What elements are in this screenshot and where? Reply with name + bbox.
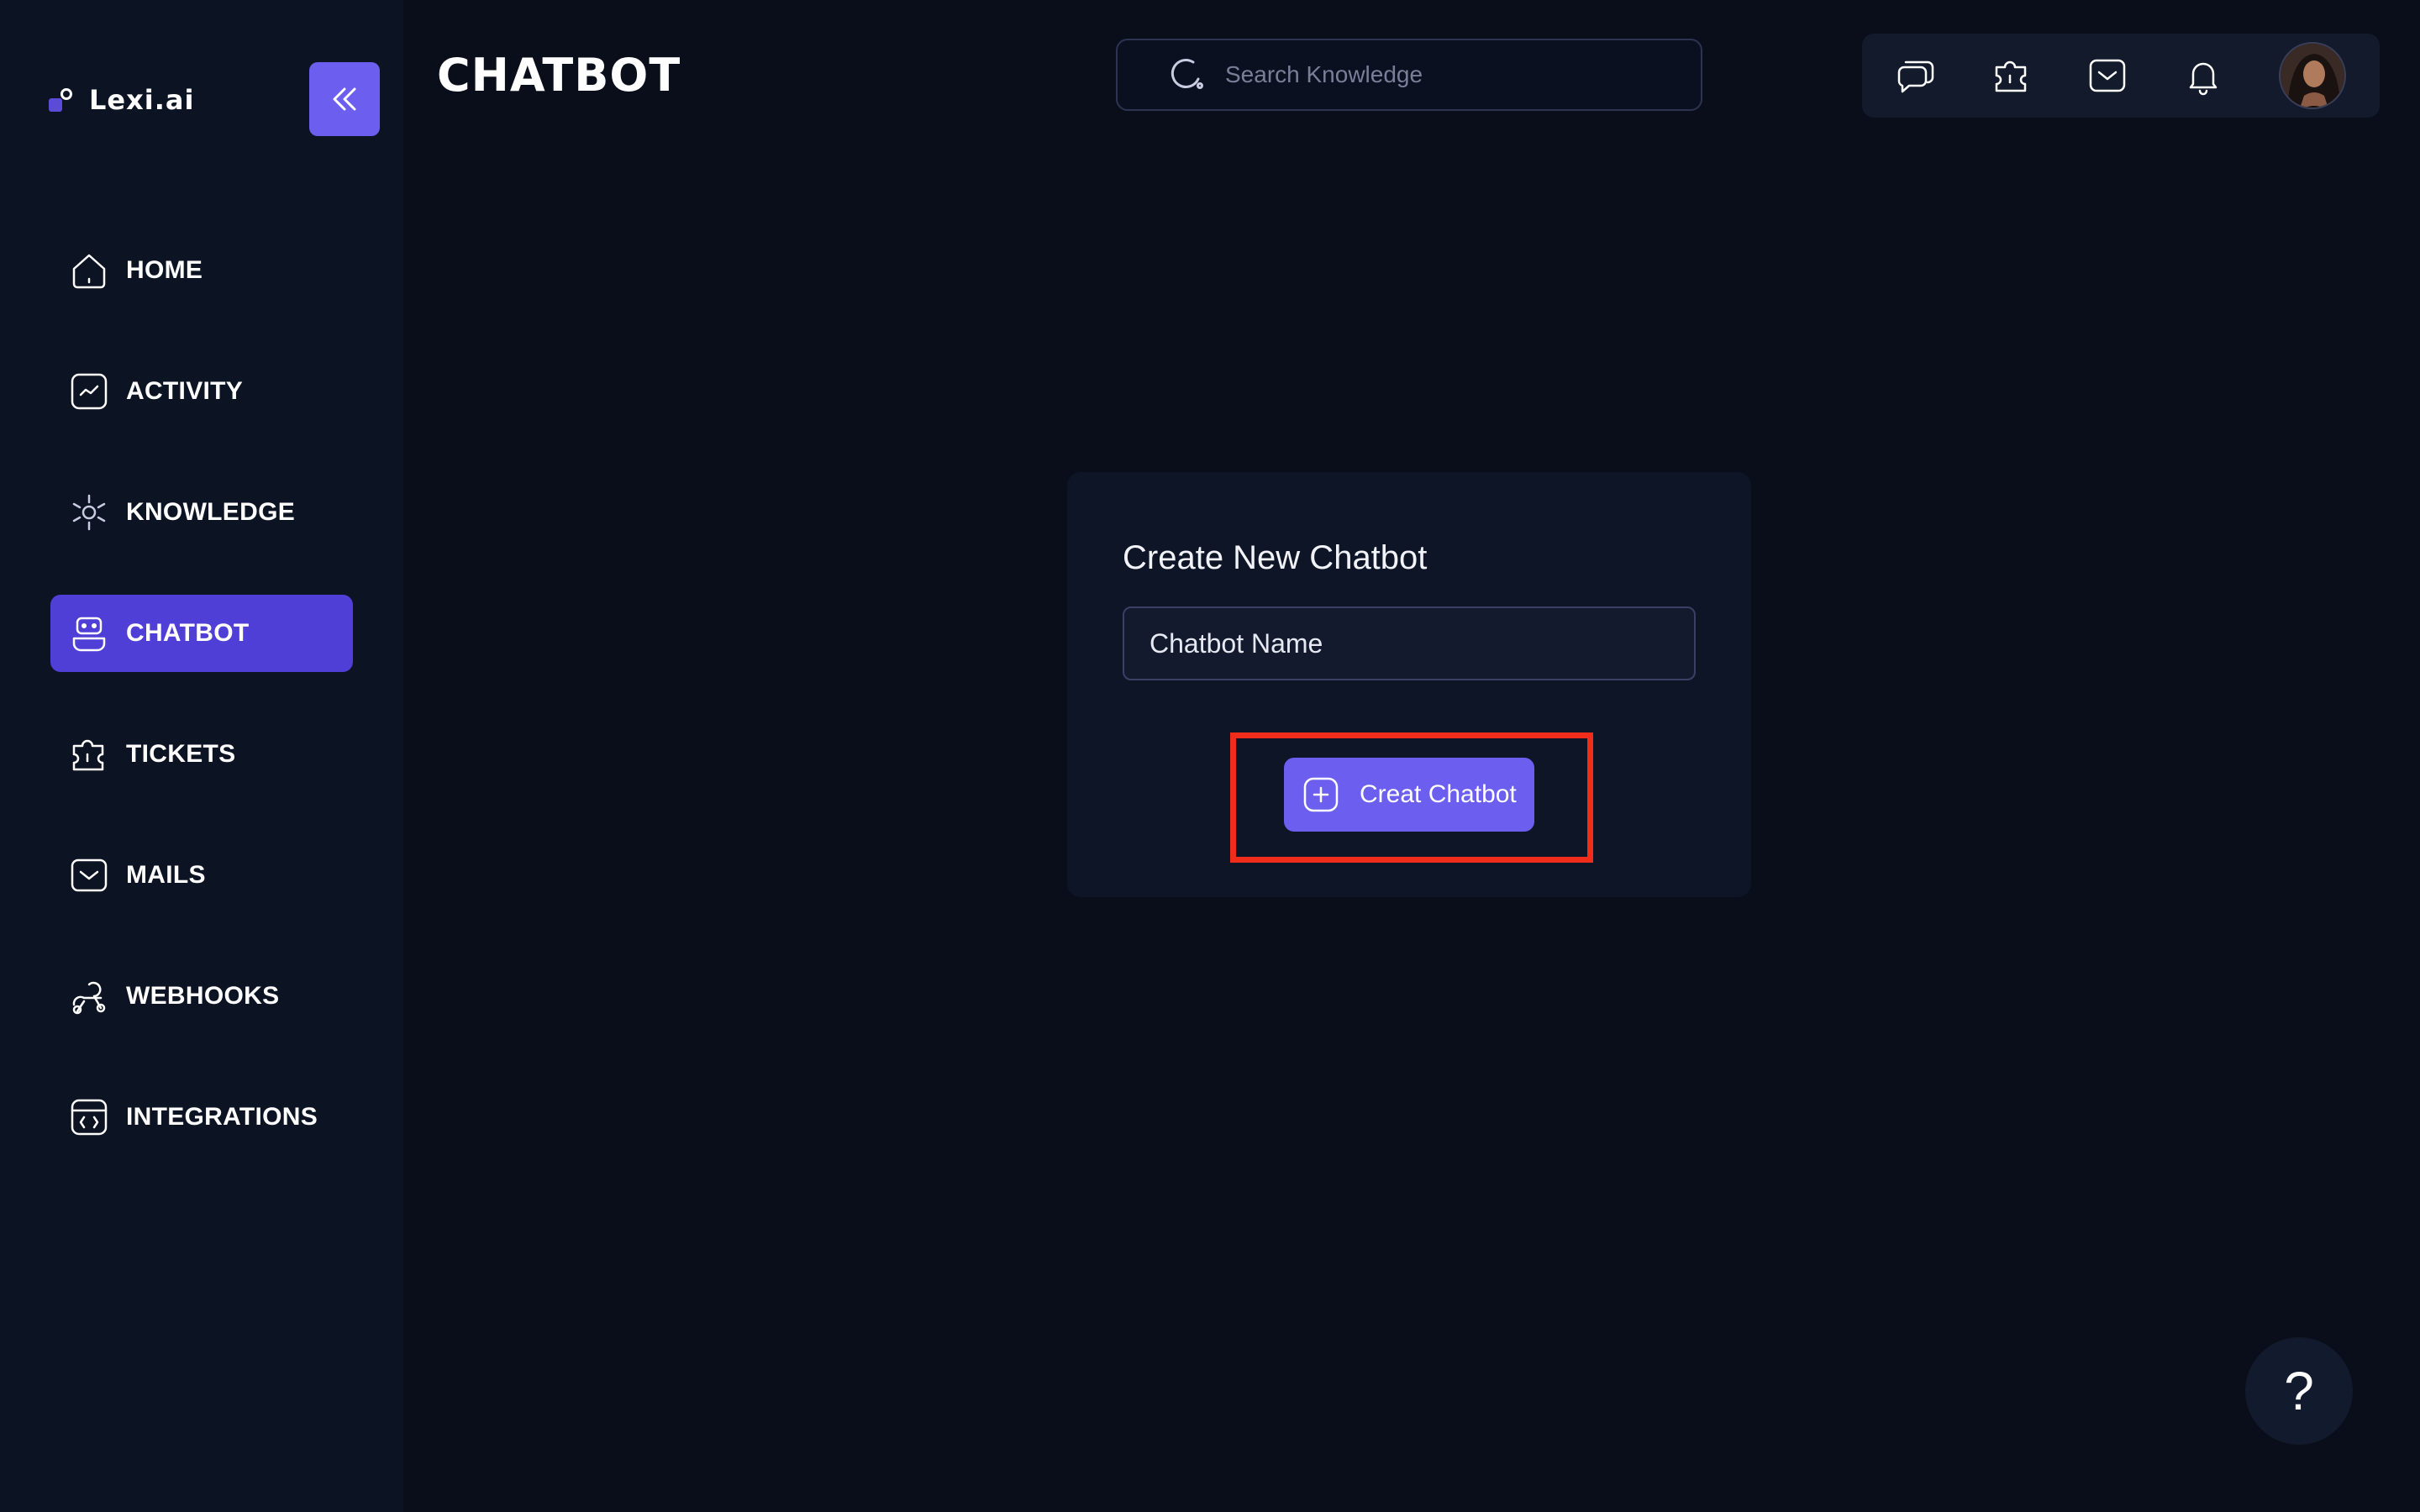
home-icon <box>69 250 109 291</box>
sidebar-item-label: KNOWLEDGE <box>126 498 296 526</box>
mail-icon <box>69 855 109 895</box>
sidebar-item-label: TICKETS <box>126 740 236 768</box>
search-input[interactable] <box>1223 60 1664 89</box>
brand[interactable]: Lexi.ai <box>49 84 194 116</box>
webhook-icon <box>69 976 109 1016</box>
avatar[interactable] <box>2279 42 2346 109</box>
help-button[interactable]: ? <box>2245 1337 2353 1445</box>
sidebar-item-tickets[interactable]: TICKETS <box>50 716 353 793</box>
app: Lexi.ai HOME ACTIVITY KNOWLEDGE CHATBOT … <box>0 0 2420 1512</box>
sidebar-item-mails[interactable]: MAILS <box>50 837 353 914</box>
sidebar-item-chatbot[interactable]: CHATBOT <box>50 595 353 672</box>
search-box[interactable] <box>1116 39 1702 111</box>
sidebar-nav: HOME ACTIVITY KNOWLEDGE CHATBOT TICKETS … <box>50 232 353 1200</box>
card-title: Create New Chatbot <box>1123 539 1428 576</box>
sidebar-item-label: WEBHOOKS <box>126 982 280 1010</box>
page-title: CHATBOT <box>437 49 681 102</box>
brand-logo-icon <box>49 88 72 112</box>
sidebar-item-webhooks[interactable]: WEBHOOKS <box>50 958 353 1035</box>
collapse-sidebar-button[interactable] <box>309 62 380 136</box>
sidebar-item-label: ACTIVITY <box>126 377 244 405</box>
sidebar: Lexi.ai HOME ACTIVITY KNOWLEDGE CHATBOT … <box>0 0 403 1512</box>
mail-icon[interactable] <box>2086 54 2129 97</box>
sidebar-item-knowledge[interactable]: KNOWLEDGE <box>50 474 353 551</box>
sidebar-item-label: MAILS <box>126 861 206 889</box>
ticket-icon <box>69 734 109 774</box>
sidebar-item-activity[interactable]: ACTIVITY <box>50 353 353 430</box>
activity-icon <box>69 371 109 412</box>
ticket-icon[interactable] <box>1990 54 2033 97</box>
code-icon <box>69 1097 109 1137</box>
chatbot-name-input[interactable] <box>1123 606 1696 680</box>
create-chatbot-label: Creat Chatbot <box>1360 780 1517 808</box>
sidebar-item-label: HOME <box>126 256 203 284</box>
sidebar-item-integrations[interactable]: INTEGRATIONS <box>50 1079 353 1156</box>
search-icon <box>1171 58 1203 89</box>
sidebar-item-label: CHATBOT <box>126 619 250 647</box>
brand-name: Lexi.ai <box>89 84 195 116</box>
chat-icon[interactable] <box>1894 54 1938 97</box>
help-icon: ? <box>2284 1361 2314 1421</box>
double-chevron-left-icon <box>333 87 356 111</box>
robot-icon <box>69 613 109 654</box>
add-square-icon <box>1303 777 1339 812</box>
bell-icon[interactable] <box>2181 54 2225 97</box>
knowledge-icon <box>69 492 109 533</box>
sidebar-item-home[interactable]: HOME <box>50 232 353 309</box>
sidebar-item-label: INTEGRATIONS <box>126 1103 318 1131</box>
create-chatbot-button[interactable]: Creat Chatbot <box>1284 758 1534 832</box>
